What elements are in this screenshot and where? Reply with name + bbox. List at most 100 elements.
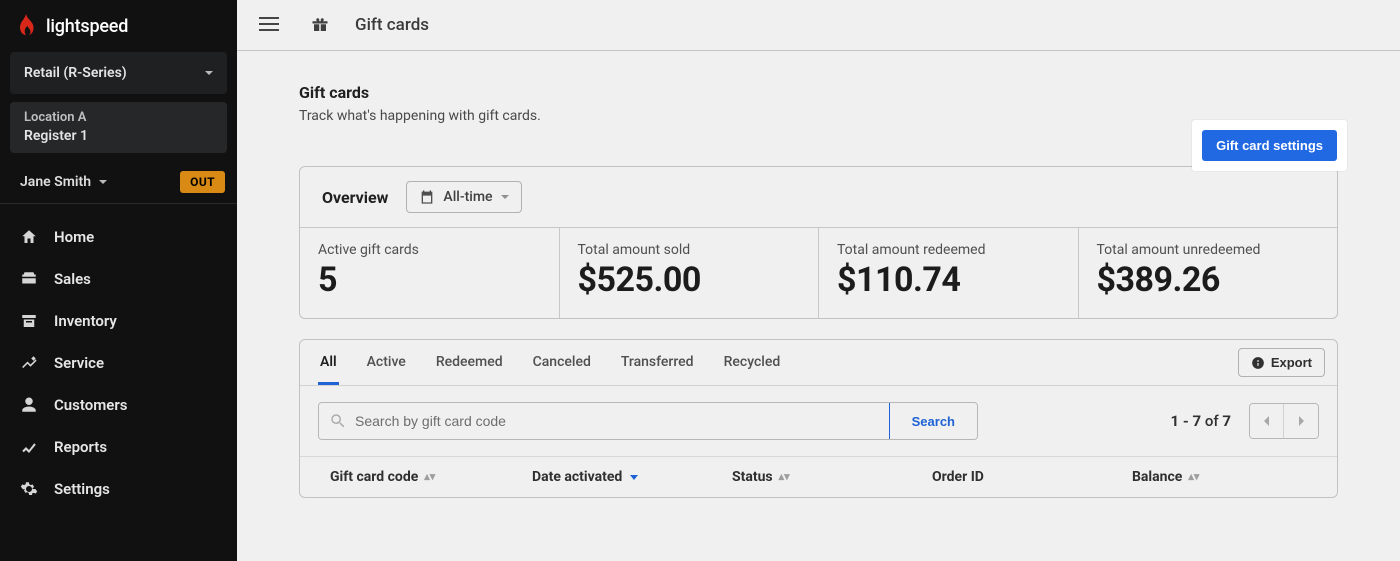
topbar: Gift cards <box>237 0 1400 51</box>
register-name: Register 1 <box>24 127 213 145</box>
nav-item-customers[interactable]: Customers <box>0 384 237 426</box>
gear-icon <box>20 480 38 498</box>
export-icon <box>1251 356 1265 370</box>
metric-value: 5 <box>318 260 541 300</box>
nav-item-home[interactable]: Home <box>0 216 237 258</box>
metric-label: Total amount unredeemed <box>1097 242 1320 258</box>
pager-next[interactable] <box>1284 404 1318 438</box>
th-status[interactable]: Status ▴▾ <box>732 469 932 485</box>
sidebar: lightspeed Retail (R-Series) Location A … <box>0 0 237 561</box>
th-order-id[interactable]: Order ID <box>932 469 1132 485</box>
date-range-dropdown[interactable]: All-time <box>406 181 521 213</box>
sort-down-active-icon <box>628 471 640 483</box>
customers-icon <box>20 396 38 414</box>
metric-value: $389.26 <box>1097 260 1320 300</box>
search-button[interactable]: Search <box>889 403 977 439</box>
nav-item-service[interactable]: Service <box>0 342 237 384</box>
sort-icon: ▴▾ <box>1188 474 1199 480</box>
calendar-icon <box>419 189 435 205</box>
nav-label: Sales <box>54 270 91 288</box>
nav-label: Inventory <box>54 312 117 330</box>
overview-label: Overview <box>322 188 388 207</box>
chevron-down-icon <box>205 71 213 75</box>
pager-buttons <box>1249 403 1319 439</box>
nav-label: Settings <box>54 480 110 498</box>
user-name: Jane Smith <box>20 174 91 190</box>
chevron-right-icon <box>1296 415 1306 427</box>
tab-active[interactable]: Active <box>365 340 408 385</box>
sort-icon: ▴▾ <box>424 474 435 480</box>
chevron-down-icon <box>99 180 107 184</box>
nav-label: Home <box>54 228 94 246</box>
date-range-label: All-time <box>443 189 492 205</box>
location-block[interactable]: Location A Register 1 <box>10 102 227 153</box>
user-menu[interactable]: Jane Smith <box>20 174 107 190</box>
user-row: Jane Smith OUT <box>0 161 237 204</box>
metric-active-cards: Active gift cards 5 <box>300 228 560 318</box>
page-header-text: Gift cards Track what's happening with g… <box>299 83 541 124</box>
nav-item-settings[interactable]: Settings <box>0 468 237 510</box>
page-title: Gift cards <box>299 83 541 102</box>
export-label: Export <box>1271 355 1312 370</box>
search-row: Search 1 - 7 of 7 <box>300 386 1337 456</box>
metric-total-unredeemed: Total amount unredeemed $389.26 <box>1079 228 1338 318</box>
home-icon <box>20 228 38 246</box>
search-input[interactable] <box>319 403 889 439</box>
metric-total-sold: Total amount sold $525.00 <box>560 228 820 318</box>
page-header: Gift cards Track what's happening with g… <box>299 83 1338 124</box>
clock-out-badge[interactable]: OUT <box>180 171 225 193</box>
page-subtitle: Track what's happening with gift cards. <box>299 108 541 124</box>
tabs: All Active Redeemed Canceled Transferred… <box>318 340 782 385</box>
gift-icon <box>311 16 329 34</box>
reports-icon <box>20 438 38 456</box>
tab-recycled[interactable]: Recycled <box>722 340 783 385</box>
nav-item-reports[interactable]: Reports <box>0 426 237 468</box>
search-group: Search <box>318 402 978 440</box>
menu-toggle[interactable] <box>259 17 279 33</box>
overview-card: Overview All-time Active gift cards 5 To… <box>299 166 1338 319</box>
series-dropdown[interactable]: Retail (R-Series) <box>10 52 227 94</box>
series-name: Retail (R-Series) <box>24 65 127 81</box>
tab-redeemed[interactable]: Redeemed <box>434 340 505 385</box>
pager-prev[interactable] <box>1250 404 1284 438</box>
tabs-row: All Active Redeemed Canceled Transferred… <box>300 340 1337 386</box>
pager-text: 1 - 7 of 7 <box>1171 412 1231 430</box>
settings-highlight: Gift card settings <box>1192 120 1347 171</box>
metric-label: Total amount redeemed <box>837 242 1060 258</box>
metric-total-redeemed: Total amount redeemed $110.74 <box>819 228 1079 318</box>
location-name: Location A <box>24 110 213 127</box>
nav-label: Reports <box>54 438 107 456</box>
logo: lightspeed <box>0 0 237 50</box>
gift-card-settings-button[interactable]: Gift card settings <box>1202 130 1337 161</box>
metrics-row: Active gift cards 5 Total amount sold $5… <box>300 228 1337 318</box>
metric-value: $525.00 <box>578 260 801 300</box>
nav-item-inventory[interactable]: Inventory <box>0 300 237 342</box>
nav-label: Service <box>54 354 104 372</box>
overview-header: Overview All-time <box>300 167 1337 228</box>
pagination: 1 - 7 of 7 <box>1171 403 1319 439</box>
inventory-icon <box>20 312 38 330</box>
nav-label: Customers <box>54 396 127 414</box>
page-body: Gift cards Track what's happening with g… <box>237 51 1400 498</box>
export-button[interactable]: Export <box>1238 348 1325 377</box>
gift-card-list-card: All Active Redeemed Canceled Transferred… <box>299 339 1338 498</box>
th-date-activated[interactable]: Date activated <box>532 469 732 485</box>
sort-icon: ▴▾ <box>779 474 790 480</box>
table-headers: Gift card code ▴▾ Date activated Status … <box>300 456 1337 497</box>
tab-all[interactable]: All <box>318 340 339 385</box>
main: Gift cards Gift cards Track what's happe… <box>237 0 1400 561</box>
topbar-title: Gift cards <box>355 15 429 35</box>
chevron-left-icon <box>1262 415 1272 427</box>
tab-transferred[interactable]: Transferred <box>619 340 696 385</box>
nav-item-sales[interactable]: Sales <box>0 258 237 300</box>
sales-icon <box>20 270 38 288</box>
brand-name: lightspeed <box>46 16 128 37</box>
service-icon <box>20 354 38 372</box>
tab-canceled[interactable]: Canceled <box>531 340 593 385</box>
th-balance[interactable]: Balance ▴▾ <box>1132 469 1307 485</box>
metric-label: Active gift cards <box>318 242 541 258</box>
th-gift-card-code[interactable]: Gift card code ▴▾ <box>330 469 532 485</box>
chevron-down-icon <box>501 195 509 199</box>
metric-label: Total amount sold <box>578 242 801 258</box>
lightspeed-flame-icon <box>16 14 36 38</box>
